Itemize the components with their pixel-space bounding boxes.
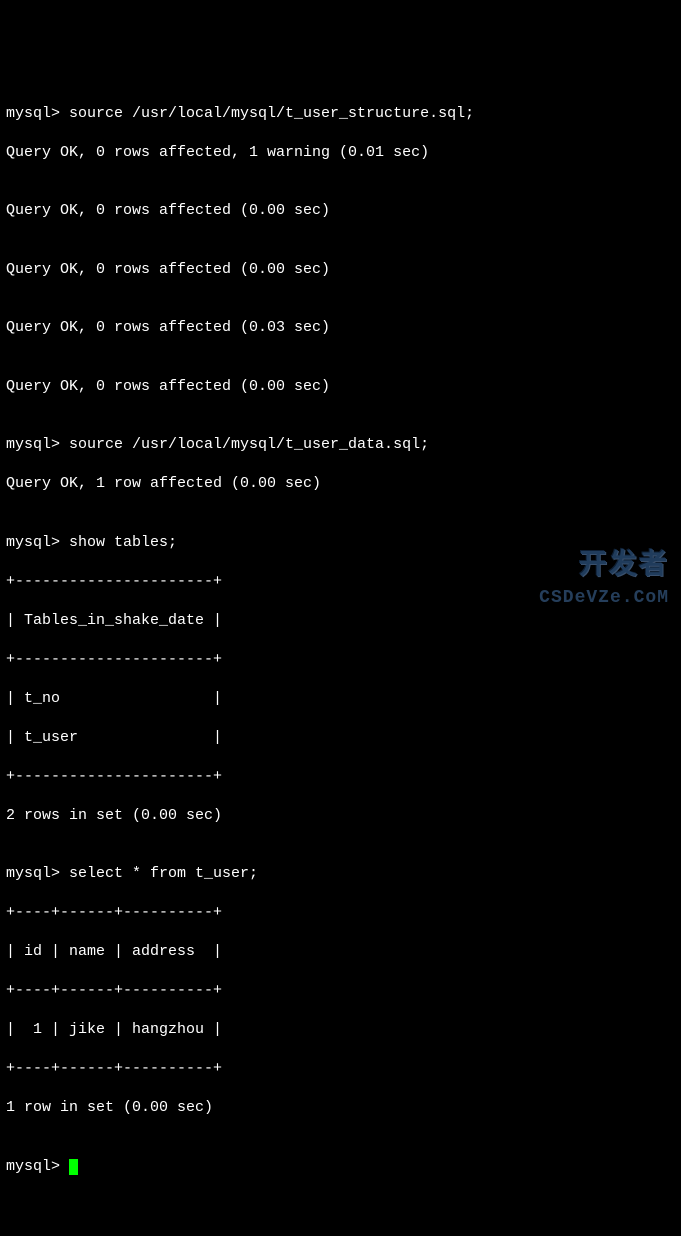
table-header: | id | name | address | [6, 942, 675, 962]
output-line: mysql> source /usr/local/mysql/t_user_da… [6, 435, 675, 455]
output-line: Query OK, 0 rows affected, 1 warning (0.… [6, 143, 675, 163]
output-line: mysql> select * from t_user; [6, 864, 675, 884]
output-line: Query OK, 0 rows affected (0.00 sec) [6, 260, 675, 280]
output-line: mysql> show tables; [6, 533, 675, 553]
output-line: Query OK, 1 row affected (0.00 sec) [6, 474, 675, 494]
output-line: Query OK, 0 rows affected (0.03 sec) [6, 318, 675, 338]
table-header: | Tables_in_shake_date | [6, 611, 675, 631]
output-line: mysql> source /usr/local/mysql/t_user_st… [6, 104, 675, 124]
terminal-output: mysql> source /usr/local/mysql/t_user_st… [6, 84, 675, 1196]
watermark-brand-en: CSDeVZe.CoM [539, 587, 669, 610]
prompt-line[interactable]: mysql> [6, 1157, 675, 1177]
table-border: +----+------+----------+ [6, 981, 675, 1001]
output-line: Query OK, 0 rows affected (0.00 sec) [6, 201, 675, 221]
table-row: | t_no | [6, 689, 675, 709]
cursor-icon [69, 1159, 78, 1175]
result-summary: 1 row in set (0.00 sec) [6, 1098, 675, 1118]
table-border: +----------------------+ [6, 767, 675, 787]
mysql-prompt: mysql> [6, 1158, 69, 1175]
table-row: | 1 | jike | hangzhou | [6, 1020, 675, 1040]
result-summary: 2 rows in set (0.00 sec) [6, 806, 675, 826]
table-border: +----+------+----------+ [6, 903, 675, 923]
watermark-brand-cn: 开发者 [579, 546, 669, 582]
output-line: Query OK, 0 rows affected (0.00 sec) [6, 377, 675, 397]
table-row: | t_user | [6, 728, 675, 748]
table-border: +----------------------+ [6, 650, 675, 670]
table-border: +----+------+----------+ [6, 1059, 675, 1079]
